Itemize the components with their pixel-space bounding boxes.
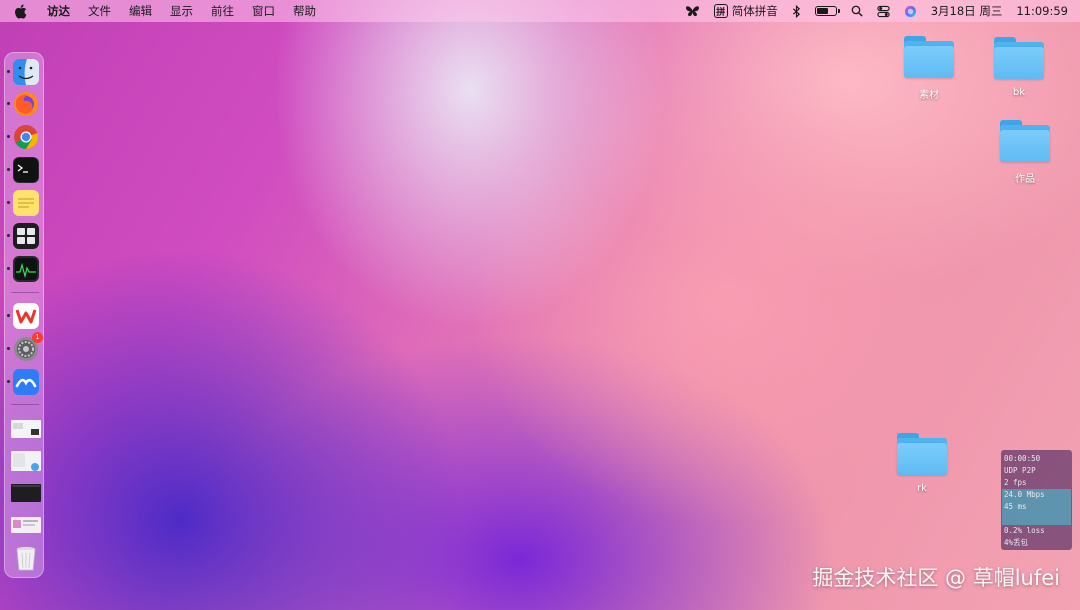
stickies-icon [13,190,39,216]
running-indicator [7,201,10,204]
menu-edit[interactable]: 编辑 [129,3,152,19]
folder-icon [895,433,949,477]
wps-office-icon [13,303,39,329]
watermark: 掘金技术社区 @ 草帽lufei [812,566,1060,590]
window-thumbnail-icon [11,451,41,471]
menu-go[interactable]: 前往 [211,3,234,19]
notification-badge: 1 [32,332,43,343]
running-indicator [7,380,10,383]
running-indicator [7,347,10,350]
bluetooth-icon[interactable] [792,4,801,18]
apple-menu-icon[interactable] [14,3,27,19]
search-icon[interactable] [851,5,863,17]
dock-window-thumbnail-4[interactable] [11,513,41,537]
input-method-icon: 拼 [713,4,728,18]
menu-help[interactable]: 帮助 [293,3,316,19]
dock-feishu[interactable] [7,369,39,395]
stats-fps: 2 fps [1004,478,1027,487]
dock-wps-office[interactable] [7,303,39,329]
stats-loss: 0.2% loss [1004,526,1045,535]
chrome-icon [14,125,39,150]
activity-monitor-icon [13,256,39,282]
input-method-label: 简体拼音 [731,4,778,18]
trash-icon [16,547,36,571]
dock-system-preferences[interactable]: 1 [7,332,43,362]
dock-finder[interactable] [7,59,39,85]
folder-label: rk [917,483,927,494]
stats-latency: 45 ms [1002,501,1071,513]
menu-bar-right: 拼 简体拼音 3月18日 周三 11:09:59 [671,3,1068,19]
desktop-folder[interactable]: rk [887,433,957,494]
dock-window-thumbnail-2[interactable] [11,449,41,473]
folder-label: bk [1012,87,1026,98]
terminal-icon [13,157,39,183]
window-thumbnail-icon [11,484,41,502]
window-thumbnail-icon [11,420,41,438]
folder-label: 作品 [1015,174,1035,185]
menu-bar: 访达 文件 编辑 显示 前往 窗口 帮助 拼 简体拼音 3月18日 周三 11:… [0,0,1080,22]
menu-time[interactable]: 11:09:59 [1016,4,1068,18]
running-indicator [7,267,10,270]
battery-icon[interactable] [814,6,840,16]
menu-date[interactable]: 3月18日 周三 [931,3,1003,19]
dock-terminal[interactable] [7,157,39,183]
folder-icon [992,37,1046,81]
stats-packet-loss: 4%丢包 [1004,538,1029,547]
dock-firefox[interactable] [7,91,39,117]
dock-stickies[interactable] [7,190,39,216]
feishu-icon [13,369,39,395]
running-indicator [7,314,10,317]
window-thumbnail-icon [11,517,41,533]
folder-icon [998,120,1052,164]
running-indicator [7,234,10,237]
stats-obscured-line [1002,513,1071,525]
menu-view[interactable]: 显示 [170,3,193,19]
folder-label: 素材 [919,90,939,101]
stats-protocol: UDP P2P [1004,466,1036,475]
stream-stats-overlay: 00:00:50 UDP P2P 2 fps 24.0 Mbps 45 ms 0… [1001,450,1072,550]
finder-icon [13,59,39,85]
dock-chrome[interactable] [7,124,39,150]
dock-window-thumbnail-1[interactable] [11,417,41,441]
butterfly-icon[interactable] [685,5,700,18]
folder-icon [902,36,956,80]
input-method-menu[interactable]: 拼 简体拼音 [713,3,778,19]
dock-activity-monitor[interactable] [7,256,39,282]
dock-window-thumbnail-3[interactable] [11,481,41,505]
menu-file[interactable]: 文件 [88,3,111,19]
dock-mission-control[interactable] [7,223,39,249]
menu-window[interactable]: 窗口 [252,3,275,19]
desktop-folder[interactable]: bk [984,37,1054,98]
control-center-icon[interactable] [877,5,890,18]
menu-bar-left: 访达 文件 编辑 显示 前往 窗口 帮助 [14,3,334,19]
stats-bitrate: 24.0 Mbps [1002,489,1071,501]
dock-separator [11,404,39,405]
running-indicator [7,102,10,105]
battery-gauge [814,6,840,16]
dock-trash[interactable] [13,545,39,571]
running-indicator [7,70,10,73]
desktop-folder[interactable]: 作品 [990,120,1060,185]
dock-separator [11,292,39,293]
mission-control-icon [13,223,39,249]
stats-elapsed: 00:00:50 [1004,454,1041,463]
dock: 1 [4,52,44,578]
siri-icon[interactable] [904,5,917,18]
running-indicator [7,168,10,171]
running-indicator [7,135,10,138]
desktop-folder[interactable]: 素材 [894,36,964,101]
app-name-menu[interactable]: 访达 [47,3,70,19]
firefox-icon [14,92,38,116]
battery-fill [816,8,828,14]
